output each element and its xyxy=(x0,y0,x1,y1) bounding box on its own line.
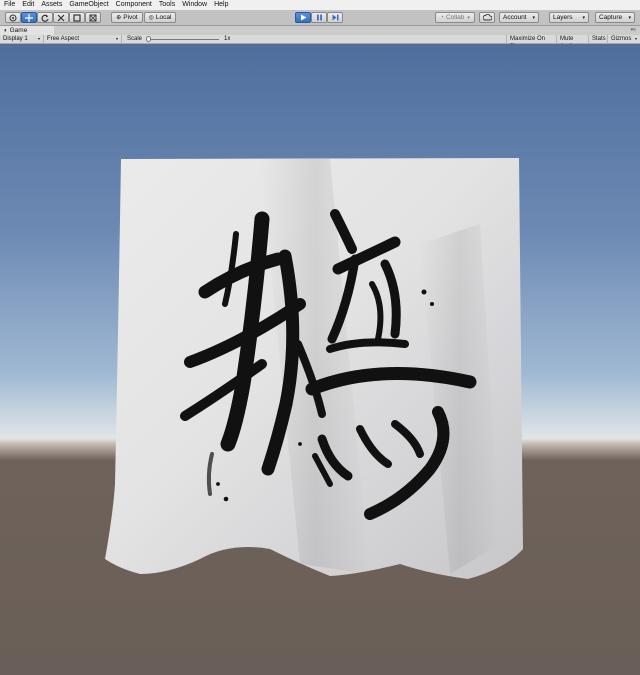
tab-game[interactable]: ◐ Game xyxy=(0,26,54,35)
account-dropdown[interactable]: Account ▾ xyxy=(499,12,539,23)
tab-row: ◐ Game ▾≡ xyxy=(0,26,640,35)
maximize-on-play-toggle[interactable]: Maximize On Play xyxy=(506,35,557,50)
menu-edit[interactable]: Edit xyxy=(18,0,37,10)
scale-slider-track[interactable] xyxy=(147,39,219,40)
layers-label: Layers xyxy=(553,14,573,21)
play-button[interactable] xyxy=(295,12,311,23)
pause-button[interactable] xyxy=(311,12,327,23)
pivot-toggle[interactable]: ⊕ Pivot xyxy=(111,12,143,23)
scene-render xyxy=(105,158,523,579)
rotate-tool-icon xyxy=(41,14,49,22)
display-label: Display 1 xyxy=(3,36,28,42)
chevron-down-icon: ▾ xyxy=(628,14,631,21)
play-icon xyxy=(300,14,306,21)
pivot-icon: ⊕ xyxy=(116,15,122,21)
hand-tool-icon xyxy=(9,14,17,21)
mute-audio-toggle[interactable]: Mute Audio xyxy=(557,35,589,50)
collab-icon: ◔ xyxy=(440,14,444,21)
rect-tool-icon xyxy=(73,13,81,22)
rotate-tool-button[interactable] xyxy=(37,12,53,23)
chevron-down-icon: ▾ xyxy=(467,14,470,21)
move-tool-button[interactable] xyxy=(21,12,37,23)
transform-tool-button[interactable] xyxy=(85,12,101,23)
tab-menu-icon[interactable]: ▾≡ xyxy=(631,26,636,35)
game-viewport[interactable] xyxy=(0,44,640,675)
menu-assets[interactable]: Assets xyxy=(37,0,65,10)
local-toggle[interactable]: ◎ Local xyxy=(144,12,176,23)
pause-icon xyxy=(316,14,322,21)
aspect-label: Free Aspect xyxy=(47,36,80,42)
gizmos-dropdown[interactable]: Gizmos ▾ xyxy=(608,35,640,43)
chevron-down-icon: ▾ xyxy=(37,36,40,41)
menu-help[interactable]: Help xyxy=(210,0,231,10)
gizmos-label: Gizmos xyxy=(611,36,632,42)
layers-dropdown[interactable]: Layers ▾ xyxy=(549,12,589,23)
scale-value: 1x xyxy=(224,36,231,42)
display-dropdown[interactable]: Display 1 ▾ xyxy=(0,35,44,43)
step-button[interactable] xyxy=(327,12,343,23)
stats-label: Stats xyxy=(592,36,606,42)
hand-tool-button[interactable] xyxy=(5,12,21,23)
chevron-down-icon: ▾ xyxy=(582,14,585,21)
aspect-dropdown[interactable]: Free Aspect ▾ xyxy=(44,35,122,43)
game-tab-icon: ◐ xyxy=(4,28,8,34)
rect-tool-button[interactable] xyxy=(69,12,85,23)
menu-component[interactable]: Component xyxy=(112,0,155,10)
move-tool-icon xyxy=(25,13,33,22)
chevron-down-icon: ▾ xyxy=(634,36,637,41)
menu-file[interactable]: File xyxy=(0,0,18,10)
menu-window[interactable]: Window xyxy=(178,0,210,10)
capture-dropdown[interactable]: Capture ▾ xyxy=(595,12,635,23)
transform-tool-icon xyxy=(89,14,97,21)
chevron-down-icon: ▾ xyxy=(532,14,535,21)
scale-tool-icon xyxy=(57,14,65,21)
menu-tools[interactable]: Tools xyxy=(155,0,178,10)
menu-bar: File Edit Assets GameObject Component To… xyxy=(0,0,640,10)
collab-label: Collab xyxy=(445,14,465,21)
game-toolbar: Display 1 ▾ Free Aspect ▾ Scale 1x Maxim… xyxy=(0,35,640,50)
scale-tool-button[interactable] xyxy=(53,12,69,23)
stats-toggle[interactable]: Stats xyxy=(589,35,608,43)
pivot-label: Pivot xyxy=(123,14,138,21)
chevron-down-icon: ▾ xyxy=(115,36,118,41)
capture-label: Capture xyxy=(599,14,623,21)
collab-dropdown[interactable]: ◔ Collab ▾ xyxy=(435,12,475,23)
main-toolbar: ⊕ Pivot ◎ Local ◔ Collab ▾ Account ▾ Lay… xyxy=(0,10,640,26)
cloud-button[interactable] xyxy=(479,12,495,23)
step-icon xyxy=(332,14,338,21)
cloud-icon xyxy=(482,14,492,21)
scale-slider-thumb[interactable] xyxy=(146,36,151,42)
local-label: Local xyxy=(155,14,172,21)
menu-gameobject[interactable]: GameObject xyxy=(65,0,111,10)
tab-game-label: Game xyxy=(9,27,28,34)
scale-label: Scale xyxy=(127,36,143,42)
account-label: Account xyxy=(503,14,527,21)
globe-icon: ◎ xyxy=(148,15,154,21)
